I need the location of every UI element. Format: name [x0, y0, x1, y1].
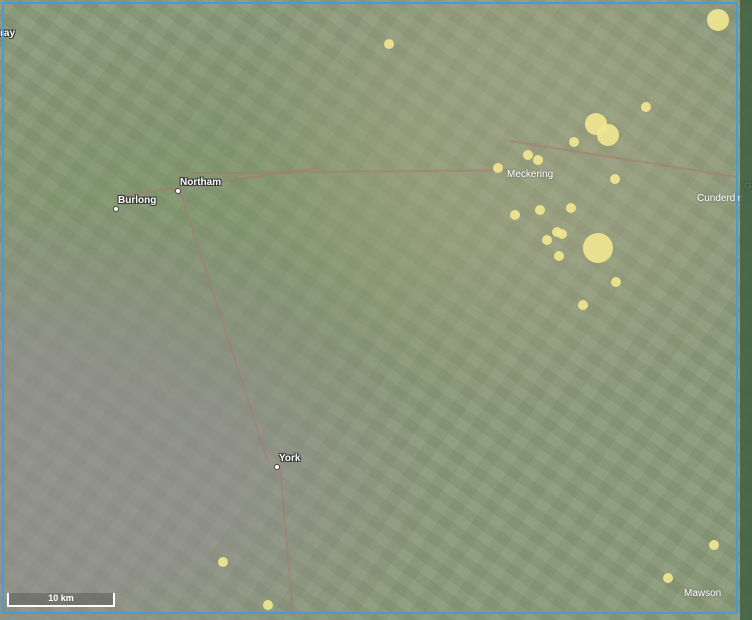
data-point-marker[interactable]	[533, 155, 543, 165]
data-point-marker[interactable]	[707, 9, 729, 31]
data-point-marker[interactable]	[523, 150, 533, 160]
road-york-south	[279, 465, 295, 616]
place-label: Burlong	[118, 195, 157, 206]
map-canvas[interactable]: rayNorthamBurlongMeckeringCunderdinGYork…	[0, 0, 752, 620]
data-point-marker[interactable]	[263, 600, 273, 610]
data-point-marker[interactable]	[218, 557, 228, 567]
data-point-marker[interactable]	[557, 229, 567, 239]
place-label: Mawson	[684, 588, 722, 599]
place-label: ray	[0, 28, 16, 39]
data-point-marker[interactable]	[510, 210, 520, 220]
data-point-marker[interactable]	[384, 39, 394, 49]
road-northam-york	[179, 190, 270, 463]
data-point-marker[interactable]	[663, 573, 673, 583]
scale-bar: 10 km	[7, 593, 115, 607]
place-dot	[175, 188, 181, 194]
data-point-marker[interactable]	[709, 540, 719, 550]
data-point-marker[interactable]	[569, 137, 579, 147]
data-point-marker[interactable]	[554, 251, 564, 261]
data-point-marker[interactable]	[578, 300, 588, 310]
data-point-marker[interactable]	[597, 124, 619, 146]
map-selection-frame	[2, 2, 738, 614]
map-edge-strip	[740, 0, 752, 620]
scale-bar-label: 10 km	[48, 593, 74, 603]
data-point-marker[interactable]	[542, 235, 552, 245]
place-dot	[113, 206, 119, 212]
data-point-marker[interactable]	[610, 174, 620, 184]
place-label: Meckering	[507, 169, 554, 180]
data-point-marker[interactable]	[641, 102, 651, 112]
place-label: York	[279, 453, 301, 464]
data-point-marker[interactable]	[583, 233, 613, 263]
place-label: Cunderdin	[697, 193, 744, 204]
place-dot	[274, 464, 280, 470]
place-label: Northam	[180, 177, 222, 188]
road-northam-meckering	[189, 169, 510, 174]
data-point-marker[interactable]	[611, 277, 621, 287]
data-point-marker[interactable]	[566, 203, 576, 213]
data-point-marker[interactable]	[535, 205, 545, 215]
data-point-marker[interactable]	[493, 163, 503, 173]
